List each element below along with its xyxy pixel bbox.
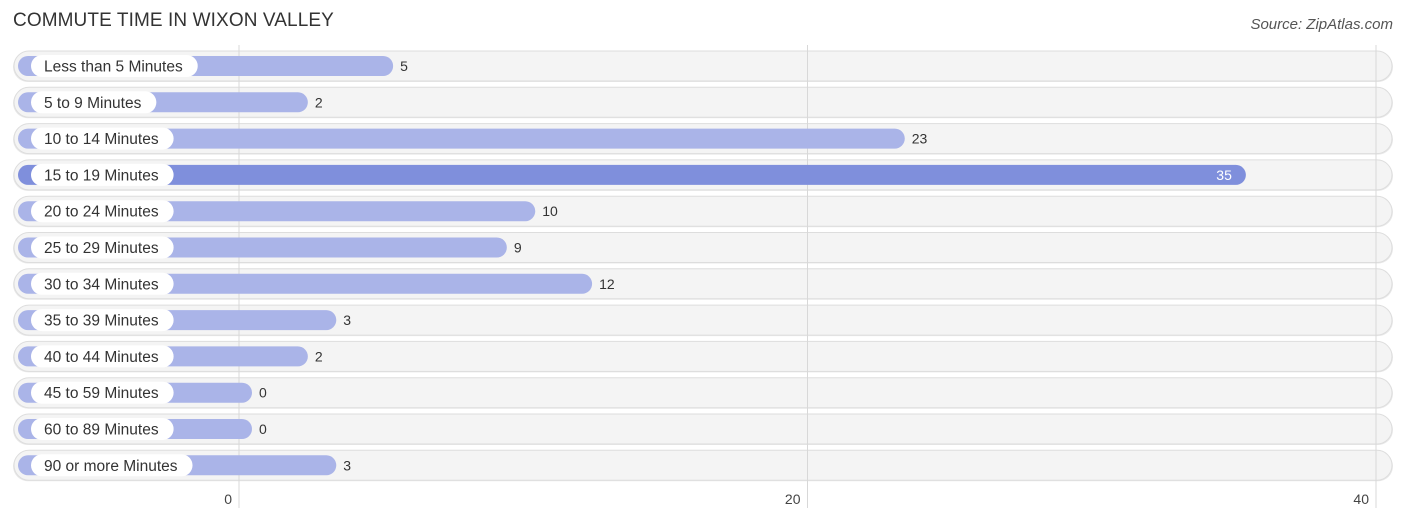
bar[interactable] [18, 164, 1246, 185]
bar-group[interactable]: 60 to 89 Minutes 0 [18, 418, 267, 440]
value-label: 3 [343, 312, 351, 328]
x-tick-label: 0 [224, 491, 232, 507]
category-label: 20 to 24 Minutes [44, 204, 159, 221]
x-axis-ticks: 0 20 40 [224, 491, 1369, 507]
category-label: 5 to 9 Minutes [44, 95, 142, 112]
category-label: 45 to 59 Minutes [44, 385, 159, 402]
x-tick-label: 20 [785, 491, 801, 507]
value-label: 0 [259, 421, 267, 437]
row-backgrounds [13, 50, 1393, 482]
bar-group[interactable]: 10 to 14 Minutes 23 [18, 127, 928, 150]
value-label: 12 [599, 276, 615, 292]
bar-group[interactable]: 15 to 19 Minutes 35 [18, 163, 1246, 186]
bar-group[interactable]: 30 to 34 Minutes 12 [18, 272, 615, 295]
bar-group[interactable]: Less than 5 Minutes 5 [18, 55, 408, 77]
x-tick-label: 40 [1353, 491, 1369, 507]
value-label: 2 [315, 94, 323, 110]
bar-group[interactable]: 35 to 39 Minutes 3 [18, 309, 351, 332]
category-label: 35 to 39 Minutes [44, 313, 159, 330]
bar-group[interactable]: 40 to 44 Minutes 2 [18, 345, 323, 368]
category-label: Less than 5 Minutes [44, 59, 183, 76]
bar-group[interactable]: 45 to 59 Minutes 0 [18, 381, 267, 404]
category-label: 40 to 44 Minutes [44, 349, 159, 366]
bar-group[interactable]: 20 to 24 Minutes 10 [18, 200, 558, 223]
category-label: 30 to 34 Minutes [44, 276, 159, 293]
bar-chart: Less than 5 Minutes 5 5 to 9 Minutes 2 10 to… [13, 45, 1393, 508]
value-label: 23 [912, 131, 928, 147]
category-label: 25 to 29 Minutes [44, 240, 159, 257]
value-label: 10 [542, 203, 558, 219]
bar-group[interactable]: 25 to 29 Minutes 9 [18, 236, 522, 259]
value-label: 3 [343, 457, 351, 473]
value-label: 2 [315, 348, 323, 364]
value-label: 0 [259, 385, 267, 401]
bar-group[interactable]: 90 or more Minutes 3 [18, 454, 351, 477]
value-label: 5 [400, 58, 408, 74]
category-label: 15 to 19 Minutes [44, 167, 159, 184]
bar-group[interactable]: 5 to 9 Minutes 2 [18, 91, 323, 114]
category-label: 10 to 14 Minutes [44, 131, 159, 148]
category-label: 60 to 89 Minutes [44, 422, 159, 439]
category-label: 90 or more Minutes [44, 458, 178, 475]
value-label: 9 [514, 240, 522, 256]
value-label: 35 [1216, 167, 1232, 183]
